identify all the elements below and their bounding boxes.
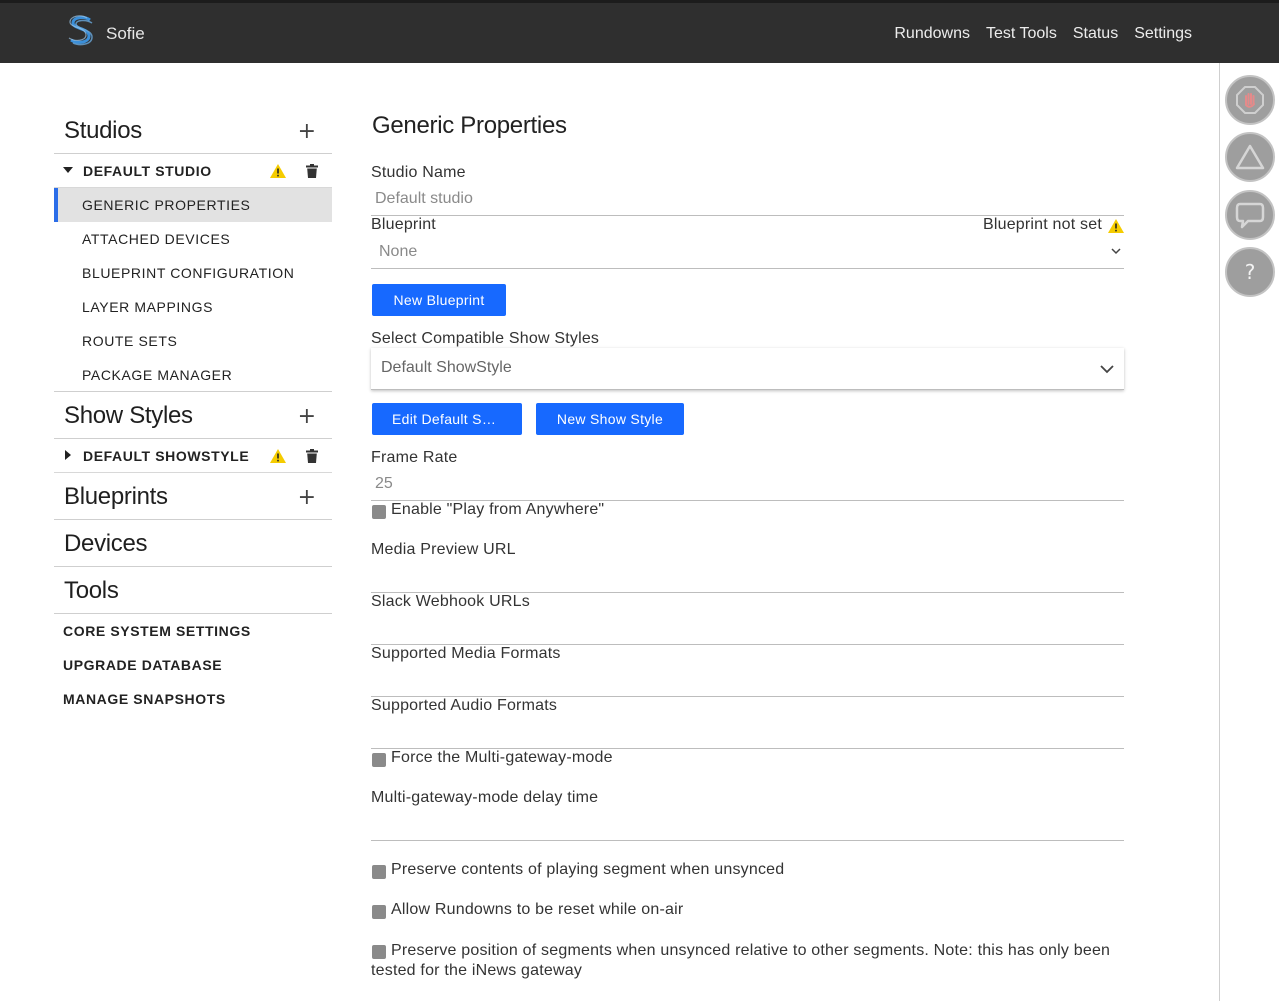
media-formats-label: Supported Media Formats — [371, 645, 561, 662]
sidebar-item-label: PACKAGE MANAGER — [82, 367, 233, 383]
nav-settings[interactable]: Settings — [1134, 25, 1192, 43]
force-multigateway-label: Force the Multi-gateway-mode — [391, 749, 613, 766]
tools-title[interactable]: Tools — [64, 577, 119, 605]
sidebar-item-generic-properties[interactable]: GENERIC PROPERTIES — [54, 188, 332, 222]
new-show-style-button[interactable]: New Show Style — [536, 403, 684, 435]
blueprint-underline — [371, 268, 1124, 269]
nav-status[interactable]: Status — [1073, 25, 1118, 43]
warning-icon — [1108, 219, 1124, 233]
main-nav: Rundowns Test Tools Status Settings — [894, 25, 1192, 43]
sidebar-item-upgrade-database[interactable]: UPGRADE DATABASE — [54, 648, 332, 682]
edit-default-show-style-button[interactable]: Edit Default Sh… — [372, 403, 522, 435]
showstyle-name[interactable]: DEFAULT SHOWSTYLE — [83, 448, 249, 464]
studio-name-label: Studio Name — [371, 164, 466, 181]
show-styles-multiselect[interactable]: Default ShowStyle — [371, 348, 1124, 390]
studios-section-header: Studios + — [54, 107, 332, 154]
preserve-playing-label: Preserve contents of playing segment whe… — [391, 861, 785, 878]
caret-down-icon[interactable] — [63, 165, 73, 175]
blueprints-title[interactable]: Blueprints — [64, 483, 168, 511]
multigateway-delay-input[interactable] — [371, 840, 1124, 841]
add-show-style-button[interactable]: + — [298, 404, 316, 429]
sidebar-item-label: GENERIC PROPERTIES — [82, 197, 251, 213]
show-styles-section-header: Show Styles + — [54, 392, 332, 439]
play-anywhere-label: Enable "Play from Anywhere" — [391, 501, 605, 518]
show-styles-selected: Default ShowStyle — [381, 359, 512, 376]
nav-rundowns[interactable]: Rundowns — [894, 25, 970, 43]
new-blueprint-button[interactable]: New Blueprint — [372, 284, 506, 316]
show-styles-label: Select Compatible Show Styles — [371, 330, 600, 347]
show-styles-title[interactable]: Show Styles — [64, 402, 193, 430]
blueprint-label: Blueprint — [371, 216, 436, 233]
stop-hand-icon — [1236, 86, 1264, 114]
sofie-logo-icon[interactable] — [66, 15, 96, 47]
devices-section-header: Devices — [54, 520, 332, 567]
notification-rail: ? — [1219, 63, 1279, 1001]
allow-reset-checkbox[interactable] — [372, 905, 386, 919]
add-studio-button[interactable]: + — [298, 119, 316, 144]
preserve-playing-checkbox[interactable] — [372, 865, 386, 879]
sidebar-item-manage-snapshots[interactable]: MANAGE SNAPSHOTS — [54, 682, 332, 716]
sidebar-item-label: ROUTE SETS — [82, 333, 178, 349]
warning-button[interactable] — [1225, 132, 1275, 182]
stop-hand-button[interactable] — [1225, 75, 1275, 125]
chevron-down-icon[interactable] — [1111, 247, 1121, 255]
sidebar-item-layer-mappings[interactable]: LAYER MAPPINGS — [54, 290, 332, 324]
preserve-position-label: Preserve position of segments when unsyn… — [371, 942, 1111, 979]
blueprint-warning-text: Blueprint not set — [982, 216, 1102, 233]
sidebar-item-attached-devices[interactable]: ATTACHED DEVICES — [54, 222, 332, 256]
warning-icon — [270, 164, 286, 178]
sidebar-item-label: CORE SYSTEM SETTINGS — [63, 623, 251, 639]
studio-name[interactable]: DEFAULT STUDIO — [83, 163, 212, 179]
sidebar-item-route-sets[interactable]: ROUTE SETS — [54, 324, 332, 358]
sidebar-item-package-manager[interactable]: PACKAGE MANAGER — [54, 358, 332, 392]
sidebar-item-blueprint-configuration[interactable]: BLUEPRINT CONFIGURATION — [54, 256, 332, 290]
app-brand-name[interactable]: Sofie — [106, 24, 145, 44]
settings-sidebar: Studios + DEFAULT STUDIO GENERIC PROPERT… — [54, 107, 332, 716]
frame-rate-label: Frame Rate — [371, 449, 458, 466]
studio-entry[interactable]: DEFAULT STUDIO — [54, 154, 332, 188]
nav-test-tools[interactable]: Test Tools — [986, 25, 1057, 43]
blueprint-select[interactable]: None — [379, 243, 417, 261]
devices-title[interactable]: Devices — [64, 530, 148, 558]
help-button[interactable]: ? — [1225, 247, 1275, 297]
slack-webhook-label: Slack Webhook URLs — [371, 593, 530, 610]
force-multigateway-checkbox[interactable] — [372, 753, 386, 767]
sidebar-item-label: UPGRADE DATABASE — [63, 657, 223, 673]
studio-name-input[interactable]: Default studio — [375, 190, 473, 208]
messages-button[interactable] — [1225, 190, 1275, 240]
frame-rate-input[interactable]: 25 — [375, 475, 393, 493]
page-title: Generic Properties — [372, 112, 567, 139]
trash-icon[interactable] — [306, 449, 318, 463]
sidebar-item-core-system-settings[interactable]: CORE SYSTEM SETTINGS — [54, 614, 332, 648]
add-blueprint-button[interactable]: + — [298, 485, 316, 510]
warning-icon — [270, 449, 286, 463]
caret-right-icon[interactable] — [63, 450, 73, 460]
speech-bubble-icon — [1235, 202, 1265, 229]
audio-formats-label: Supported Audio Formats — [371, 697, 558, 714]
allow-reset-label: Allow Rundowns to be reset while on-air — [391, 901, 684, 918]
sidebar-item-label: MANAGE SNAPSHOTS — [63, 691, 226, 707]
studios-title[interactable]: Studios — [64, 117, 142, 145]
top-navigation-bar: Sofie Rundowns Test Tools Status Setting… — [0, 0, 1279, 63]
warning-triangle-icon — [1235, 144, 1265, 170]
media-preview-url-label: Media Preview URL — [371, 541, 516, 558]
sidebar-item-label: ATTACHED DEVICES — [82, 231, 231, 247]
trash-icon[interactable] — [306, 164, 318, 178]
help-icon: ? — [1244, 260, 1256, 284]
play-anywhere-checkbox[interactable] — [372, 505, 386, 519]
tools-section-header: Tools — [54, 567, 332, 614]
chevron-down-icon — [1100, 365, 1114, 374]
sidebar-item-label: LAYER MAPPINGS — [82, 299, 214, 315]
showstyle-entry[interactable]: DEFAULT SHOWSTYLE — [54, 439, 332, 473]
multigateway-delay-label: Multi-gateway-mode delay time — [371, 789, 599, 806]
sidebar-item-label: BLUEPRINT CONFIGURATION — [82, 265, 295, 281]
blueprints-section-header: Blueprints + — [54, 473, 332, 520]
